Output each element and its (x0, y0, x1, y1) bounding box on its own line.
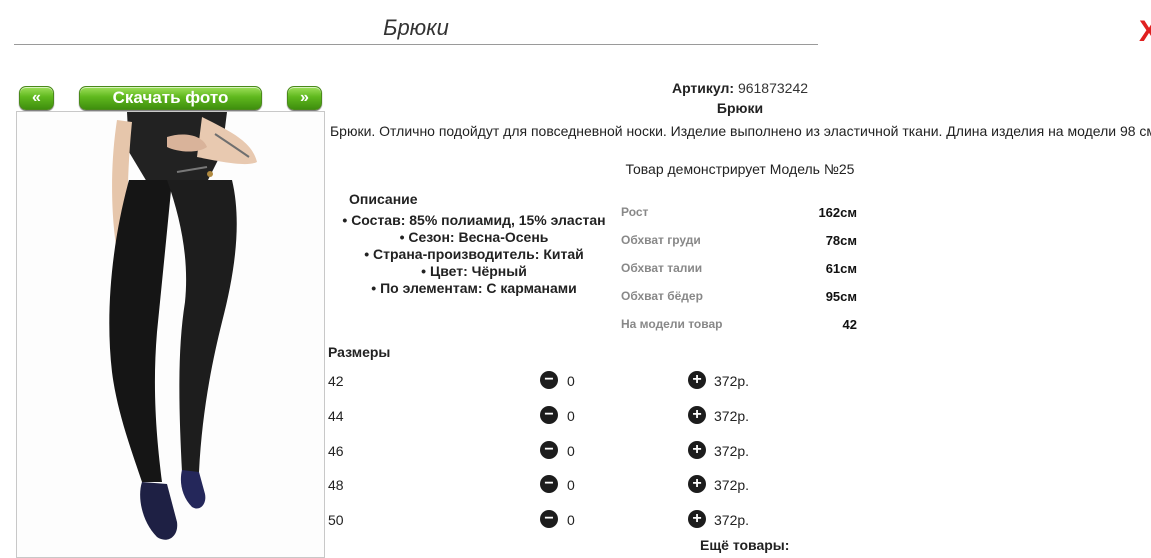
download-photo-button[interactable]: Скачать фото (79, 86, 262, 110)
article-label: Артикул: (671, 80, 735, 96)
article-value: 961873242 (737, 80, 809, 96)
measurement-value: 162см (818, 204, 857, 220)
measurement-row: Рост 162см (621, 198, 857, 226)
measurement-value: 61см (825, 260, 857, 276)
price-value: 372р. (714, 373, 750, 389)
prev-photo-button[interactable]: « (19, 86, 54, 110)
minus-circle-icon[interactable]: − (540, 510, 558, 528)
measurement-value: 42 (842, 316, 857, 332)
price-value: 372р. (714, 443, 750, 459)
minus-circle-icon[interactable]: − (540, 475, 558, 493)
measurement-value: 95см (825, 288, 857, 304)
price-value: 372р. (714, 512, 750, 528)
measurement-row: Обхват груди 78см (621, 226, 857, 254)
list-item: Страна-производитель: Китай (338, 246, 610, 263)
product-photo-illustration (109, 112, 257, 540)
price-value: 372р. (714, 477, 750, 493)
measurement-value: 78см (825, 232, 857, 248)
size-value: 44 (328, 408, 344, 424)
plus-circle-icon[interactable]: + (688, 510, 706, 528)
model-measurements: Рост 162см Обхват груди 78см Обхват тали… (621, 198, 857, 338)
list-item: По элементам: С карманами (338, 280, 610, 297)
size-value: 42 (328, 373, 344, 389)
size-value: 50 (328, 512, 344, 528)
measurement-row: Обхват талии 61см (621, 254, 857, 282)
quantity-value: 0 (567, 443, 575, 459)
quantity-value: 0 (567, 477, 575, 493)
article-line: Артикул: 961873242 (620, 80, 860, 96)
size-row: 46 − 0 + 372р. (328, 440, 768, 462)
list-item: Цвет: Чёрный (338, 263, 610, 280)
plus-circle-icon[interactable]: + (688, 406, 706, 424)
minus-circle-icon[interactable]: − (540, 371, 558, 389)
size-row: 50 − 0 + 372р. (328, 509, 768, 531)
plus-circle-icon[interactable]: + (688, 371, 706, 389)
size-row: 44 − 0 + 372р. (328, 405, 768, 427)
minus-circle-icon[interactable]: − (540, 441, 558, 459)
quantity-value: 0 (567, 512, 575, 528)
model-info: Товар демонстрирует Модель №25 (625, 161, 855, 177)
size-row: 42 − 0 + 372р. (328, 370, 768, 392)
list-item: Сезон: Весна-Осень (338, 229, 610, 246)
minus-circle-icon[interactable]: − (540, 406, 558, 424)
plus-circle-icon[interactable]: + (688, 441, 706, 459)
measurement-label: Обхват талии (621, 261, 703, 275)
next-photo-button[interactable]: » (287, 86, 322, 110)
list-item: Состав: 85% полиамид, 15% эластан (338, 212, 610, 229)
quantity-value: 0 (567, 373, 575, 389)
quantity-value: 0 (567, 408, 575, 424)
description-title: Описание (349, 191, 418, 207)
plus-circle-icon[interactable]: + (688, 475, 706, 493)
more-products-heading: Ещё товары: (700, 537, 790, 553)
size-value: 48 (328, 477, 344, 493)
description-list: Состав: 85% полиамид, 15% эластан Сезон:… (338, 212, 610, 297)
measurement-label: Обхват бёдер (621, 289, 703, 303)
product-name: Брюки (716, 100, 764, 116)
measurement-row: Обхват бёдер 95см (621, 282, 857, 310)
measurement-row: На модели товар 42 (621, 310, 857, 338)
size-row: 48 − 0 + 372р. (328, 474, 768, 496)
page-title: Брюки (14, 12, 818, 45)
measurement-label: Рост (621, 205, 649, 219)
measurement-label: На модели товар (621, 317, 723, 331)
price-value: 372р. (714, 408, 750, 424)
measurement-label: Обхват груди (621, 233, 701, 247)
close-icon[interactable]: X (1139, 17, 1151, 47)
sizes-title: Размеры (328, 344, 391, 360)
size-value: 46 (328, 443, 344, 459)
product-description: Брюки. Отлично подойдут для повседневной… (329, 123, 1151, 139)
product-photo[interactable] (16, 111, 325, 558)
